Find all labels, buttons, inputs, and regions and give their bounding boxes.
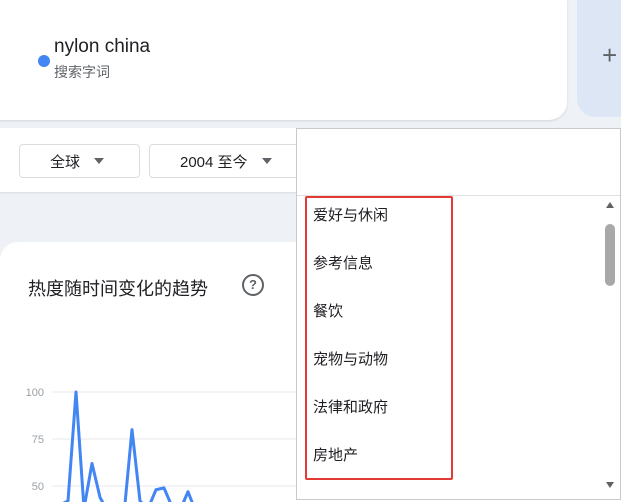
category-dropdown: 爱好与休闲 参考信息 餐饮 宠物与动物 法律和政府 房地产 xyxy=(296,128,621,500)
series-color-dot xyxy=(38,55,50,67)
category-search-input[interactable] xyxy=(297,129,620,196)
category-item-pets-animals[interactable]: 宠物与动物 xyxy=(309,342,603,390)
plus-icon: + xyxy=(602,40,618,70)
line-chart: 100 75 50 xyxy=(26,387,300,502)
search-term-title[interactable]: nylon china xyxy=(54,36,150,58)
y-tick-label: 50 xyxy=(32,481,44,493)
category-item-real-estate[interactable]: 房地产 xyxy=(309,438,603,486)
category-item-reference[interactable]: 参考信息 xyxy=(309,246,603,294)
scrollbar-thumb[interactable] xyxy=(605,224,615,286)
caret-down-icon xyxy=(261,158,272,164)
dropdown-scrollbar[interactable] xyxy=(603,196,617,496)
add-comparison-button[interactable]: + xyxy=(577,0,621,117)
time-filter-button[interactable]: 2004 至今 xyxy=(149,144,299,178)
search-term-card[interactable]: nylon china 搜索字词 xyxy=(0,0,567,120)
category-item-law-government[interactable]: 法律和政府 xyxy=(309,390,603,438)
search-term-subtitle: 搜索字词 xyxy=(54,64,110,80)
chart-title: 热度随时间变化的趋势 xyxy=(28,279,208,299)
category-item-food-drink[interactable]: 餐饮 xyxy=(309,294,603,342)
help-icon[interactable]: ? xyxy=(242,274,264,296)
geo-filter-label: 全球 xyxy=(50,153,81,171)
scroll-down-arrow-icon[interactable] xyxy=(606,482,614,488)
scroll-up-arrow-icon[interactable] xyxy=(606,202,614,208)
caret-down-icon xyxy=(94,158,105,164)
time-filter-label: 2004 至今 xyxy=(180,153,248,171)
geo-filter-button[interactable]: 全球 xyxy=(19,144,140,178)
category-item-hobbies[interactable]: 爱好与休闲 xyxy=(309,198,603,246)
y-tick-label: 75 xyxy=(32,434,44,446)
category-list: 爱好与休闲 参考信息 餐饮 宠物与动物 法律和政府 房地产 xyxy=(309,198,603,486)
y-tick-label: 100 xyxy=(26,387,44,399)
